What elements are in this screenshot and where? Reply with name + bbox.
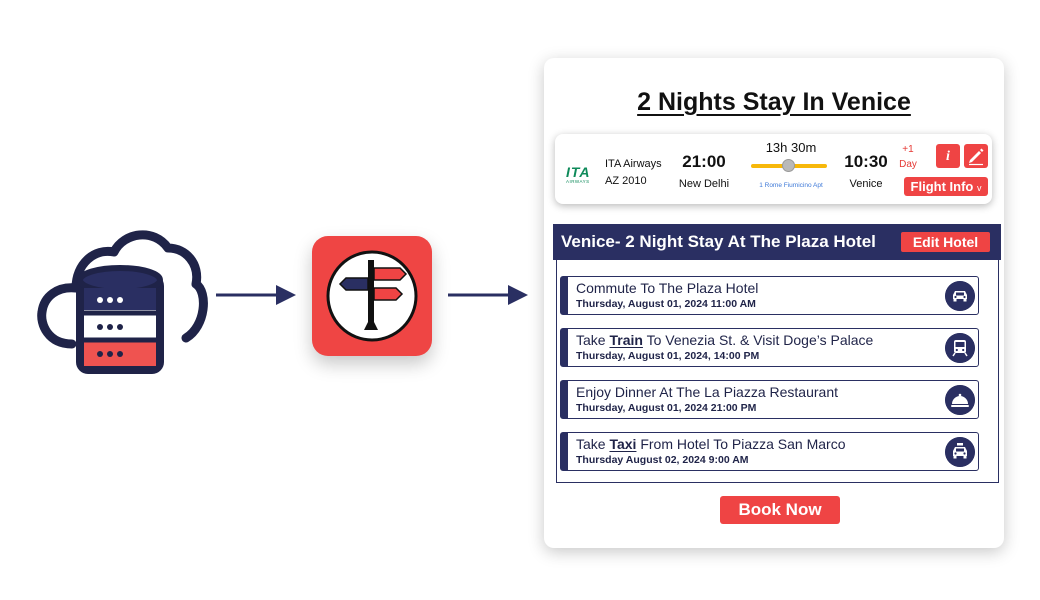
stop-text: 1 Rome Fiumicino Apt xyxy=(759,182,823,189)
activity-date: Thursday, August 01, 2024 11:00 AM xyxy=(576,298,756,310)
stop-dot-icon xyxy=(782,159,795,172)
flight-panel: ITA AIRWAYS ITA Airways AZ 2010 21:00 Ne… xyxy=(555,134,992,204)
activity-transport-link[interactable]: Taxi xyxy=(609,436,636,452)
activity-title-pre: Take xyxy=(576,436,610,452)
activity-item[interactable]: Take Taxi From Hotel To Piazza San Marco… xyxy=(560,432,979,471)
book-now-button[interactable]: Book Now xyxy=(720,496,840,524)
activity-title: Take Train To Venezia St. & Visit Doge’s… xyxy=(576,332,873,348)
signpost-app-icon xyxy=(312,236,432,356)
airline-logo-text: ITA xyxy=(566,164,591,180)
activity-title: Commute To The Plaza Hotel xyxy=(576,280,758,296)
activity-date: Thursday, August 01, 2024 21:00 PM xyxy=(576,402,757,414)
departure-time: 21:00 xyxy=(682,152,726,171)
edit-hotel-button[interactable]: Edit Hotel xyxy=(901,232,990,252)
arrival-city: Venice xyxy=(849,178,883,190)
car-icon xyxy=(945,281,975,311)
hotel-header: Venice- 2 Night Stay At The Plaza Hotel … xyxy=(553,224,1001,260)
right-arrow-icon xyxy=(448,285,528,305)
day-offset-label: Day xyxy=(899,159,917,170)
hotel-title: Venice- 2 Night Stay At The Plaza Hotel xyxy=(561,232,876,251)
activity-date: Thursday, August 01, 2024, 14:00 PM xyxy=(576,350,760,362)
edit-flight-button[interactable] xyxy=(964,144,988,168)
activity-title: Enjoy Dinner At The La Piazza Restaurant xyxy=(576,384,838,400)
activity-title-text: Commute To The Plaza Hotel xyxy=(576,280,759,296)
cloud-database-icon xyxy=(37,230,208,374)
airline-logo: ITA AIRWAYS xyxy=(566,165,602,185)
arrival-time: 10:30 xyxy=(844,152,888,171)
activity-date: Thursday August 02, 2024 9:00 AM xyxy=(576,454,749,466)
card-title: 2 Nights Stay In Venice xyxy=(544,88,1004,117)
activity-item[interactable]: Commute To The Plaza Hotel Thursday, Aug… xyxy=(560,276,979,315)
activity-transport-link[interactable]: Train xyxy=(609,332,642,348)
info-icon: i xyxy=(946,148,950,164)
activity-title-post: From Hotel To Piazza San Marco xyxy=(636,436,846,452)
activity-title-text: Enjoy Dinner At The La Piazza Restaurant xyxy=(576,384,839,400)
day-offset-number: +1 xyxy=(902,144,914,155)
activity-title-post: To Venezia St. & Visit Doge’s Palace xyxy=(642,332,874,348)
airline-name: ITA Airways xyxy=(605,158,662,170)
flight-duration: 13h 30m xyxy=(765,140,817,155)
right-arrow-icon xyxy=(216,285,296,305)
airline-logo-subtext: AIRWAYS xyxy=(566,179,590,184)
flight-number: AZ 2010 xyxy=(605,175,647,187)
day-offset: +1 Day xyxy=(897,142,919,172)
info-button[interactable]: i xyxy=(936,144,960,168)
chevron-down-icon: v xyxy=(976,183,982,193)
activity-item[interactable]: Take Train To Venezia St. & Visit Doge’s… xyxy=(560,328,979,367)
activity-title: Take Taxi From Hotel To Piazza San Marco xyxy=(576,436,846,452)
activity-title-pre: Take xyxy=(576,332,610,348)
card-title-text: 2 Nights Stay In Venice xyxy=(637,88,911,116)
food-cloche-icon xyxy=(945,385,975,415)
departure-city: New Delhi xyxy=(678,178,730,190)
taxi-icon xyxy=(945,437,975,467)
hotel-section: Venice- 2 Night Stay At The Plaza Hotel … xyxy=(553,224,1001,483)
pencil-icon xyxy=(969,148,984,166)
flight-info-label: Flight Info xyxy=(910,179,974,194)
train-icon xyxy=(945,333,975,363)
signpost-icon xyxy=(326,250,418,342)
activity-item[interactable]: Enjoy Dinner At The La Piazza Restaurant… xyxy=(560,380,979,419)
flight-info-button[interactable]: Flight Info v xyxy=(904,177,988,196)
